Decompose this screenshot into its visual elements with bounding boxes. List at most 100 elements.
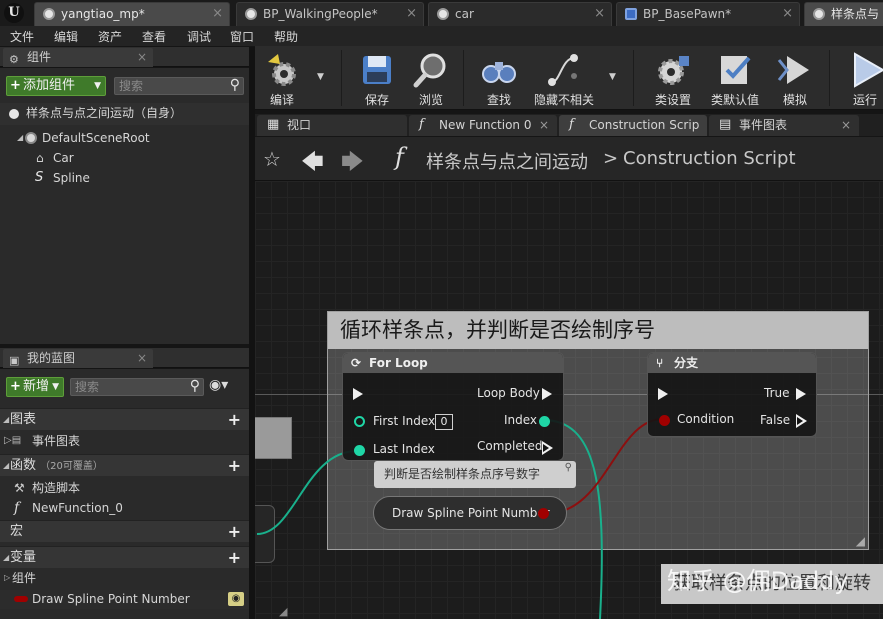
class-defaults-button[interactable]: 类默认值 [707, 46, 763, 110]
compile-gear-icon [268, 54, 296, 86]
new-button[interactable]: + 新增 ▼ [6, 377, 64, 397]
index-pin[interactable] [539, 416, 550, 427]
hide-unrelated-button[interactable]: 隐藏不相关 [531, 46, 597, 110]
condition-pin[interactable] [659, 415, 670, 426]
for-loop-header[interactable]: ⟳ For Loop [343, 353, 563, 373]
play-button[interactable]: 运行 [843, 46, 883, 110]
graph-canvas[interactable]: 循环样条点，并判断是否绘制序号 ◢ ⟳ For Loop Loop Body F… [255, 181, 883, 619]
panel-splitter[interactable] [249, 47, 255, 619]
blueprint-search-input[interactable]: 搜索 ⚲ [70, 378, 204, 396]
forward-arrow-icon[interactable]: 🡆 [341, 145, 364, 183]
branch-exec-in-pin[interactable] [658, 388, 668, 400]
menu-edit[interactable]: 编辑 [54, 28, 78, 45]
add-function-icon[interactable]: + [228, 455, 241, 476]
section-functions[interactable]: ◢ 函数 （20可覆盖） + [0, 454, 249, 476]
hide-unrelated-options-chevron-icon[interactable]: ▼ [609, 72, 616, 82]
doc-tab-spline-motion[interactable]: 样条点与 [804, 2, 883, 26]
close-icon[interactable]: × [782, 3, 793, 25]
section-variables[interactable]: ◢ 变量 + [0, 546, 249, 568]
pin-note-icon[interactable]: ⚲ [565, 455, 572, 481]
first-index-pin[interactable] [354, 416, 365, 427]
false-label: False [760, 413, 791, 427]
tab-construction-script[interactable]: f Construction Scrip [559, 115, 707, 136]
chevron-down-icon: ▼ [52, 382, 59, 392]
my-blueprint-tab[interactable]: ▣ 我的蓝图 × [3, 349, 153, 368]
doc-tab-bp-basepawn[interactable]: BP_BasePawn* × [616, 2, 800, 26]
tab-viewport[interactable]: ▦ 视口 [257, 115, 407, 136]
loop-body-pin[interactable] [542, 388, 552, 400]
component-self-row[interactable]: 样条点与点之间运动（自身） [0, 103, 249, 125]
draw-spline-point-number-getter[interactable]: Draw Spline Point Number [373, 496, 567, 530]
binoculars-icon [482, 62, 516, 83]
item-construction-script[interactable]: ⚒ 构造脚本 [0, 479, 249, 498]
add-macro-icon[interactable]: + [228, 521, 241, 542]
last-index-pin[interactable] [354, 445, 365, 456]
first-index-input[interactable]: 0 [435, 414, 453, 430]
add-component-button[interactable]: + 添加组件 ▼ [6, 76, 106, 96]
tab-event-graph[interactable]: ▤ 事件图表 × [709, 115, 859, 136]
menu-help[interactable]: 帮助 [274, 28, 298, 45]
resize-grip-icon[interactable]: ◢ [279, 605, 287, 618]
section-macros[interactable]: 宏 + [0, 520, 249, 542]
save-button[interactable]: 保存 [355, 46, 399, 110]
compile-options-chevron-icon[interactable]: ▼ [317, 72, 324, 82]
eye-icon[interactable]: ◉▾ [209, 377, 228, 393]
toolbar-divider [633, 50, 634, 106]
level-icon [43, 8, 55, 20]
class-settings-button[interactable]: 类设置 [647, 46, 699, 110]
blueprint-icon [437, 8, 449, 20]
class-settings-gear-icon [658, 56, 689, 85]
exec-in-pin[interactable] [353, 388, 363, 400]
section-graphs[interactable]: ◢ 图表 + [0, 408, 249, 430]
menu-asset[interactable]: 资产 [98, 28, 122, 45]
true-label: True [764, 386, 790, 400]
item-components-category[interactable]: ▷ 组件 [0, 569, 249, 588]
viewport-icon: ▦ [267, 117, 280, 132]
menu-window[interactable]: 窗口 [230, 28, 254, 45]
eye-visibility-icon[interactable]: ◉ [228, 592, 244, 606]
menu-view[interactable]: 查看 [142, 28, 166, 45]
component-search-input[interactable]: 搜索 ⚲ [114, 77, 244, 95]
close-icon[interactable]: × [539, 115, 549, 135]
tab-new-function-0[interactable]: f New Function 0 × [409, 115, 557, 136]
menu-file[interactable]: 文件 [10, 28, 34, 45]
item-event-graph[interactable]: ▷▤ 事件图表 [0, 432, 249, 451]
true-pin[interactable] [796, 388, 806, 400]
close-icon[interactable]: × [212, 3, 223, 25]
branch-node[interactable]: ⑂ 分支 True Condition False [647, 352, 817, 437]
for-loop-node[interactable]: ⟳ For Loop Loop Body First Index 0 Index… [342, 352, 564, 461]
doc-tab-bp-walkingpeople[interactable]: BP_WalkingPeople* × [236, 2, 424, 26]
tree-item-car[interactable]: ⌂ Car [0, 149, 249, 168]
wire-to-last-index [256, 450, 358, 535]
close-icon[interactable]: × [841, 115, 851, 135]
back-arrow-icon[interactable]: 🡄 [301, 145, 324, 183]
compile-button[interactable]: 编译 [261, 46, 303, 110]
node-comment-bubble[interactable]: 判断是否绘制样条点序号数字 ⚲ [374, 461, 576, 488]
menu-debug[interactable]: 调试 [187, 28, 211, 45]
tree-item-spline[interactable]: S Spline [0, 169, 249, 188]
breadcrumb-blueprint[interactable]: 样条点与点之间运动 [426, 148, 588, 174]
bool-output-pin[interactable] [538, 508, 549, 519]
close-icon[interactable]: × [406, 3, 417, 25]
close-icon[interactable]: × [137, 48, 147, 66]
close-icon[interactable]: × [594, 3, 605, 25]
favorite-star-icon[interactable]: ☆ [263, 147, 281, 171]
function-icon: f [569, 117, 574, 132]
add-variable-icon[interactable]: + [228, 547, 241, 568]
doc-tab-car[interactable]: car × [428, 2, 612, 26]
graph-breadcrumb-bar: ☆ 🡄 🡆 f 样条点与点之间运动 > Construction Script [255, 137, 883, 181]
pawn-icon [625, 8, 637, 20]
branch-header[interactable]: ⑂ 分支 [648, 353, 816, 373]
search-icon: ⚲ [189, 378, 200, 394]
collapse-triangle-icon: ◢ [3, 461, 10, 470]
simulate-button[interactable]: 模拟 [773, 46, 817, 110]
components-tab[interactable]: ⚙ 组件 × [3, 48, 153, 67]
close-icon[interactable]: × [137, 349, 147, 367]
tree-item-defaultsceneroot[interactable]: ◢ DefaultSceneRoot [0, 129, 249, 148]
doc-tab-yangtiao-mp[interactable]: yangtiao_mp* × [34, 2, 230, 26]
find-button[interactable]: 查找 [477, 46, 521, 110]
browse-button[interactable]: 浏览 [409, 46, 453, 110]
item-new-function[interactable]: f NewFunction_0 [0, 499, 249, 518]
item-var-draw-spline-point-number[interactable]: Draw Spline Point Number ◉ [0, 590, 249, 609]
add-graph-icon[interactable]: + [228, 409, 241, 430]
